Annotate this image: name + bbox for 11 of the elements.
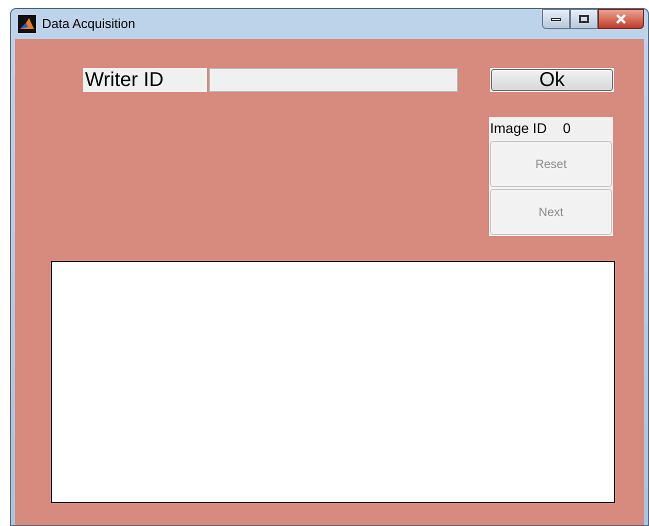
writer-id-field[interactable] bbox=[209, 68, 458, 92]
app-logo-icon bbox=[18, 15, 36, 33]
close-icon bbox=[616, 14, 626, 24]
ok-button[interactable]: Ok bbox=[491, 69, 613, 91]
image-id-label: Image ID bbox=[489, 118, 547, 138]
close-button[interactable] bbox=[598, 9, 644, 29]
minimize-button[interactable] bbox=[542, 9, 570, 29]
window-title: Data Acquisition bbox=[42, 15, 136, 34]
writer-id-label: Writer ID bbox=[83, 68, 207, 92]
image-id-value: 0 bbox=[562, 118, 571, 138]
maximize-button[interactable] bbox=[570, 9, 598, 29]
